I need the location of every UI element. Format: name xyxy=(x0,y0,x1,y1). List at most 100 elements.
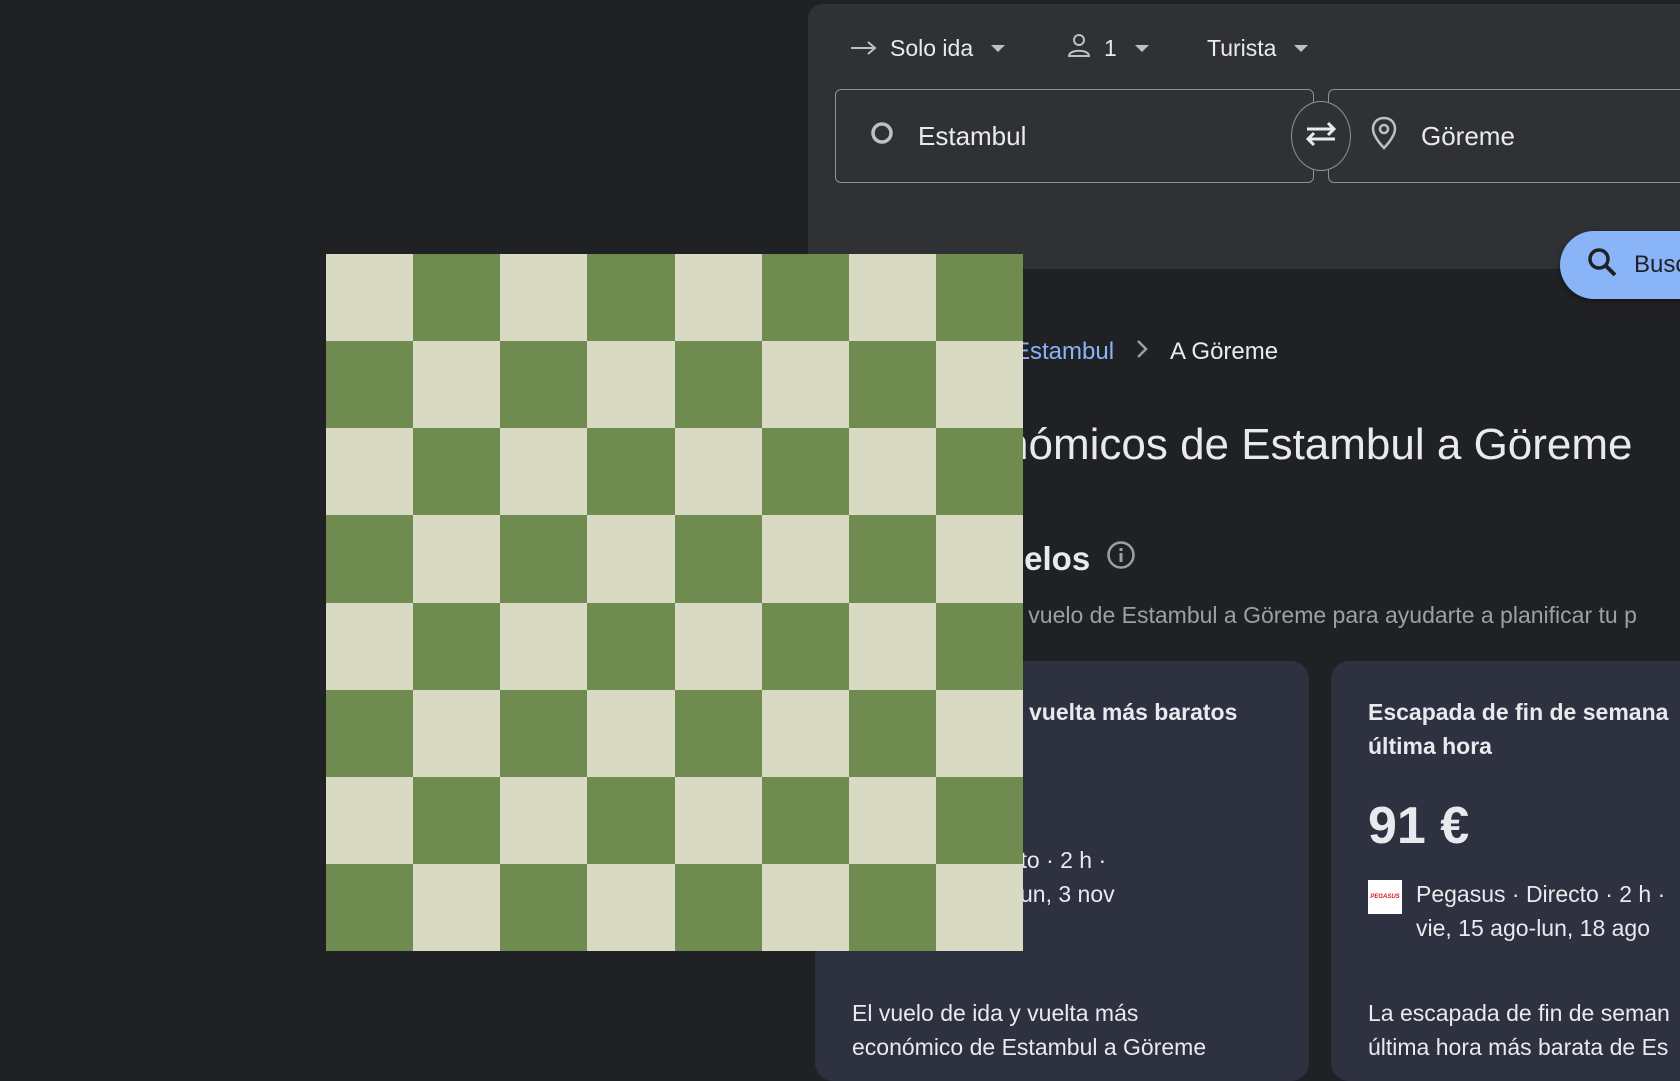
chess-square-light xyxy=(848,602,936,690)
arrow-right-icon xyxy=(850,35,878,62)
chess-square-dark xyxy=(761,428,849,516)
chess-square-light xyxy=(935,341,1023,429)
pegasus-logo: PEGASUS xyxy=(1368,880,1402,914)
chess-square-light xyxy=(326,428,414,516)
card-title-line1: Escapada de fin de semana xyxy=(1368,699,1669,725)
chess-square-light xyxy=(761,515,849,603)
card-title-line2: última hora xyxy=(1368,733,1492,759)
chess-square-light xyxy=(848,776,936,864)
chess-square-dark xyxy=(935,602,1023,690)
chess-square-light xyxy=(500,776,588,864)
chess-square-light xyxy=(674,776,762,864)
chess-square-light xyxy=(935,515,1023,603)
destination-value: Göreme xyxy=(1421,120,1515,151)
card-description-line1: La escapada de fin de seman xyxy=(1368,1000,1670,1026)
trip-type-dropdown[interactable]: Solo ida xyxy=(850,30,1006,66)
chess-square-light xyxy=(674,602,762,690)
person-icon xyxy=(1066,32,1092,64)
page-title: nómicos de Estambul a Göreme xyxy=(1004,420,1633,469)
passengers-label: 1 xyxy=(1104,34,1117,61)
chess-square-dark xyxy=(587,776,675,864)
chess-square-light xyxy=(587,515,675,603)
chess-square-dark xyxy=(935,428,1023,516)
chess-square-dark xyxy=(674,689,762,777)
breadcrumb: Estambul A Göreme xyxy=(1014,338,1278,366)
chess-square-dark xyxy=(761,602,849,690)
card-title: vuelta más baratos xyxy=(1029,699,1238,725)
breadcrumb-current: A Göreme xyxy=(1170,338,1279,365)
circle-icon xyxy=(870,121,894,152)
chevron-down-icon xyxy=(1134,44,1149,52)
chess-square-light xyxy=(500,428,588,516)
breadcrumb-link-estambul[interactable]: Estambul xyxy=(1014,338,1114,366)
chess-square-dark xyxy=(500,341,588,429)
chess-square-light xyxy=(500,254,588,342)
chess-square-dark xyxy=(413,776,501,864)
chess-square-dark xyxy=(935,254,1023,342)
chess-square-light xyxy=(413,515,501,603)
chess-square-dark xyxy=(848,863,936,951)
chess-square-dark xyxy=(326,515,414,603)
origin-field[interactable]: Estambul xyxy=(835,89,1314,183)
info-icon[interactable] xyxy=(1106,540,1136,578)
chevron-down-icon xyxy=(991,44,1006,52)
cabin-class-dropdown[interactable]: Turista xyxy=(1207,30,1309,66)
chess-square-light xyxy=(500,602,588,690)
search-button[interactable]: Busc xyxy=(1560,231,1680,299)
chess-square-dark xyxy=(500,515,588,603)
chess-square-light xyxy=(674,254,762,342)
chess-square-dark xyxy=(413,254,501,342)
chevron-right-icon xyxy=(1136,338,1148,366)
trip-type-label: Solo ida xyxy=(890,34,974,61)
card-details-line2: un, 3 nov xyxy=(1020,881,1115,907)
card-details-line2: vie, 15 ago-lun, 18 ago xyxy=(1416,915,1651,941)
chess-square-dark xyxy=(587,602,675,690)
search-icon xyxy=(1586,246,1618,285)
chess-square-dark xyxy=(413,602,501,690)
chess-square-light xyxy=(326,776,414,864)
chess-square-light xyxy=(848,428,936,516)
chess-square-dark xyxy=(587,428,675,516)
section-title: uelos xyxy=(1004,540,1136,578)
chess-square-dark xyxy=(500,863,588,951)
chess-square-dark xyxy=(587,254,675,342)
search-button-label: Busc xyxy=(1634,251,1680,278)
pegasus-logo-text: PEGASUS xyxy=(1370,894,1400,900)
chess-square-dark xyxy=(935,776,1023,864)
swap-icon xyxy=(1303,120,1339,153)
card-description-line2: económico de Estambul a Göreme xyxy=(852,1034,1207,1060)
chess-square-light xyxy=(761,863,849,951)
chess-square-dark xyxy=(326,341,414,429)
chess-square-dark xyxy=(761,254,849,342)
chess-square-light xyxy=(935,689,1023,777)
chess-square-light xyxy=(413,863,501,951)
chess-square-light xyxy=(587,341,675,429)
chess-square-dark xyxy=(674,341,762,429)
chess-square-light xyxy=(413,341,501,429)
weekend-getaway-card[interactable]: Escapada de fin de semana última hora 91… xyxy=(1331,661,1680,1081)
chess-square-light xyxy=(587,689,675,777)
chessboard-overlay xyxy=(326,254,1023,951)
destination-field[interactable]: Göreme xyxy=(1328,89,1680,183)
card-description-line2: última hora más barata de Es xyxy=(1368,1034,1669,1060)
chess-square-light xyxy=(326,602,414,690)
pin-icon xyxy=(1371,116,1397,157)
chess-square-dark xyxy=(500,689,588,777)
chess-square-dark xyxy=(848,689,936,777)
card-details-line1: cto · 2 h · xyxy=(1009,847,1107,873)
chess-square-light xyxy=(935,863,1023,951)
cabin-class-label: Turista xyxy=(1207,34,1277,61)
chess-square-light xyxy=(587,863,675,951)
swap-button[interactable] xyxy=(1291,101,1351,171)
chess-square-dark xyxy=(326,689,414,777)
chevron-down-icon xyxy=(1294,44,1309,52)
chess-square-light xyxy=(674,428,762,516)
chess-square-light xyxy=(761,341,849,429)
chess-square-dark xyxy=(326,863,414,951)
origin-value: Estambul xyxy=(918,120,1027,151)
chess-square-dark xyxy=(848,515,936,603)
passengers-dropdown[interactable]: 1 xyxy=(1066,30,1149,66)
chess-square-light xyxy=(326,254,414,342)
card-price: 91 € xyxy=(1368,797,1470,855)
section-subtitle: el vuelo de Estambul a Göreme para ayuda… xyxy=(1004,602,1637,628)
